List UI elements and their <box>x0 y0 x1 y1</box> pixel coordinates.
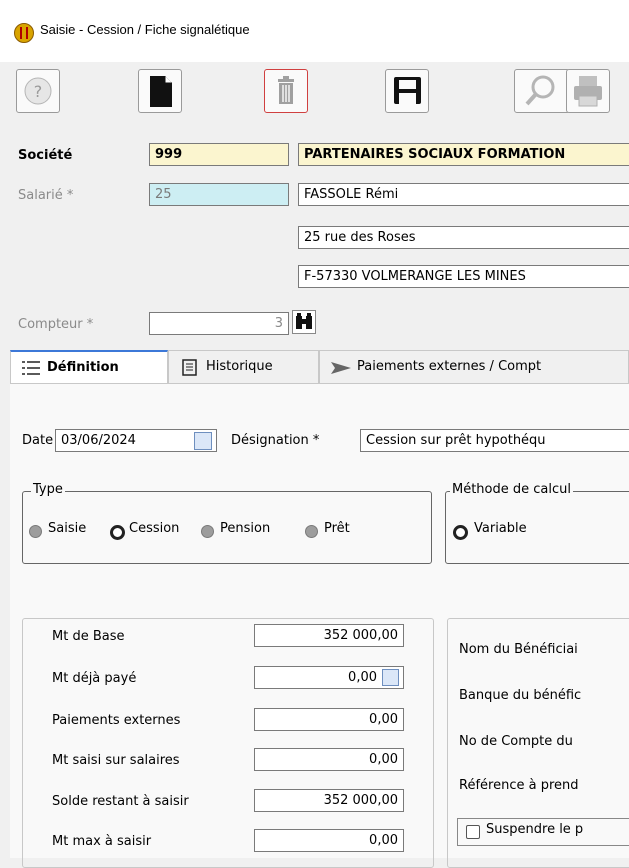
radio-saisie[interactable] <box>29 525 42 538</box>
help-icon: ? <box>24 77 52 105</box>
tab-definition-label: Définition <box>47 360 119 375</box>
amount-field-base[interactable]: 352 000,00 <box>254 624 404 647</box>
methode-legend: Méthode de calcul <box>450 482 573 497</box>
amount-field-max[interactable]: 0,00 <box>254 829 404 852</box>
radio-cession-label: Cession <box>129 521 180 536</box>
binoculars-icon <box>296 313 312 329</box>
designation-field[interactable]: Cession sur prêt hypothéqu <box>360 429 629 452</box>
trash-icon <box>278 76 294 104</box>
new-document-button[interactable] <box>138 69 182 113</box>
print-button[interactable] <box>566 69 610 113</box>
compteur-label: Compteur * <box>18 317 94 332</box>
help-button[interactable]: ? <box>16 69 60 113</box>
societe-label: Société <box>18 148 73 163</box>
new-document-icon <box>150 76 172 107</box>
printer-icon <box>574 76 602 107</box>
methode-group <box>445 491 629 564</box>
radio-variable-label: Variable <box>474 521 527 536</box>
compteur-field[interactable]: 3 <box>149 312 289 335</box>
amount-field-solde[interactable]: 352 000,00 <box>254 789 404 812</box>
salarie-label: Salarié * <box>18 188 74 203</box>
suspend-checkbox[interactable] <box>466 825 480 839</box>
search-button[interactable] <box>514 69 570 113</box>
app-icon <box>14 23 34 43</box>
save-button[interactable] <box>385 69 429 113</box>
title-bar: Saisie - Cession / Fiche signalétique <box>0 0 629 62</box>
calendar-icon[interactable] <box>194 432 212 450</box>
radio-cession[interactable] <box>110 525 125 540</box>
address-line1-field: 25 rue des Roses <box>298 226 629 249</box>
tab-paiements-label: Paiements externes / Compt <box>357 359 542 374</box>
beneficiaire-reference-label: Référence à prend <box>459 778 579 793</box>
amount-field-saisi-salaires[interactable]: 0,00 <box>254 748 404 771</box>
tab-definition[interactable]: Définition <box>10 350 168 384</box>
search-icon <box>525 75 555 106</box>
save-icon <box>394 77 421 104</box>
beneficiaire-compte-label: No de Compte du <box>459 734 573 749</box>
radio-saisie-label: Saisie <box>48 521 87 536</box>
document-icon <box>182 359 197 376</box>
address-line2-field: F-57330 VOLMERANGE LES MINES <box>298 265 629 288</box>
suspend-label: Suspendre le p <box>486 822 584 837</box>
radio-pension-label: Pension <box>220 521 271 536</box>
list-icon <box>22 361 40 375</box>
type-legend: Type <box>31 482 65 497</box>
amount-field-paiements-externes[interactable]: 0,00 <box>254 708 404 731</box>
radio-pret[interactable] <box>305 525 318 538</box>
radio-pret-label: Prêt <box>324 521 350 536</box>
amount-label-saisi-salaires: Mt saisi sur salaires <box>52 753 180 768</box>
svg-text:?: ? <box>34 82 43 101</box>
tab-paiements-externes[interactable]: Paiements externes / Compt <box>319 350 629 384</box>
tab-historique[interactable]: Historique <box>168 350 319 384</box>
amount-label-base: Mt de Base <box>52 629 125 644</box>
beneficiaire-nom-label: Nom du Bénéficiai <box>459 642 578 657</box>
date-label: Date <box>22 433 54 448</box>
salarie-name-field: FASSOLE Rémi <box>298 183 629 206</box>
designation-label: Désignation * <box>231 433 320 448</box>
radio-pension[interactable] <box>201 525 214 538</box>
arrow-right-icon <box>331 362 351 374</box>
amount-label-paiements-externes: Paiements externes <box>52 713 181 728</box>
calculator-icon[interactable] <box>382 669 399 686</box>
delete-button[interactable] <box>264 69 308 113</box>
societe-code-field[interactable]: 999 <box>149 143 289 166</box>
window-title: Saisie - Cession / Fiche signalétique <box>40 22 250 37</box>
amount-label-max: Mt max à saisir <box>52 834 152 849</box>
amount-label-solde: Solde restant à saisir <box>52 794 189 809</box>
radio-variable[interactable] <box>453 525 468 540</box>
societe-name-field: PARTENAIRES SOCIAUX FORMATION <box>298 143 629 166</box>
binoculars-button[interactable] <box>292 310 316 334</box>
salarie-code-field[interactable]: 25 <box>149 183 289 206</box>
amount-label-deja-paye: Mt déjà payé <box>52 671 137 686</box>
date-field[interactable]: 03/06/2024 <box>55 429 217 452</box>
beneficiaire-banque-label: Banque du bénéfic <box>459 688 582 703</box>
tab-historique-label: Historique <box>206 359 273 374</box>
